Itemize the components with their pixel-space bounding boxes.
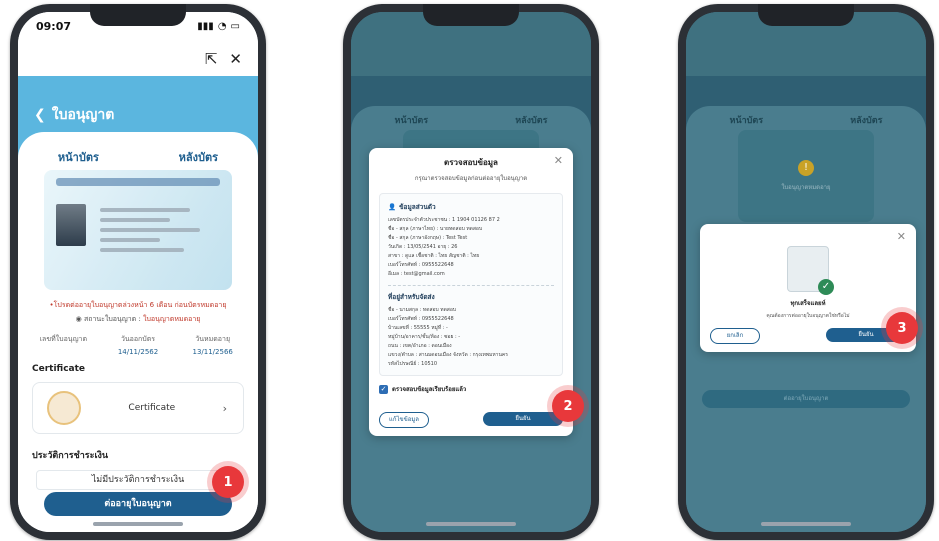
- card-side-tabs: หน้าบัตร หลังบัตร: [18, 148, 258, 166]
- info-summary: 👤 ข้อมูลส่วนตัว เลขบัตรประจำตัวประชาชน : …: [379, 193, 563, 376]
- status-time: 09:07: [36, 19, 72, 33]
- modal-subtitle: คุณต้องการต่ออายุใบอนุญาตใช่หรือไม่: [766, 313, 850, 319]
- license-card-dimmed: ! ใบอนุญาตหมดอายุ: [738, 130, 874, 222]
- certificate-icon: [47, 391, 81, 425]
- home-indicator: [93, 522, 183, 526]
- chevron-right-icon: ›: [222, 401, 227, 415]
- phone-notch: [758, 4, 854, 26]
- modal-subtitle: กรุณาตรวจสอบข้อมูลก่อนต่ออายุใบอนุญาต: [414, 175, 528, 182]
- close-icon[interactable]: ✕: [897, 230, 906, 243]
- confirm-button[interactable]: ยืนยัน: [483, 412, 563, 426]
- renew-license-button[interactable]: ต่ออายุใบอนุญาต: [44, 492, 232, 516]
- warning-icon: !: [798, 160, 814, 176]
- renewal-warning: •โปรดต่ออายุใบอนุญาตล่วงหน้า 6 เดือน ก่อ…: [49, 301, 227, 309]
- license-status: ◉ สถานะใบอนุญาต : ใบอนุญาตหมดอายุ: [75, 315, 201, 323]
- status-value: ใบอนุญาตหมดอายุ: [143, 315, 201, 323]
- phone-notch: [423, 4, 519, 26]
- confirm-checkbox[interactable]: ✓ ตรวจสอบข้อมูลเรียบร้อยแล้ว: [379, 384, 563, 394]
- back-button[interactable]: ❮ ใบอนุญาต: [34, 104, 114, 126]
- status-bar: 09:07 ▮▮▮ ◔ ▭: [36, 18, 240, 34]
- issue-date: 14/11/2562: [117, 348, 159, 356]
- card-photo: [56, 204, 86, 246]
- battery-icon: ▭: [230, 20, 240, 32]
- step-badge-2: 2: [552, 390, 584, 422]
- home-indicator: [426, 522, 516, 526]
- chevron-left-icon: ❮: [34, 107, 46, 123]
- no-payment-history: ไม่มีประวัติการชำระเงิน: [36, 470, 240, 490]
- share-icon[interactable]: ⇱: [205, 50, 218, 68]
- step-badge-1: 1: [212, 466, 244, 498]
- card-side-tabs: หน้าบัตร หลังบัตร: [729, 116, 883, 126]
- tab-front[interactable]: หน้าบัตร: [58, 148, 99, 166]
- confirm-screen: หน้าบัตร หลังบัตร ! ใบอนุญาตหมดอายุ ต่ออ…: [686, 12, 926, 532]
- edit-info-button[interactable]: แก้ไขข้อมูล: [379, 412, 429, 428]
- card-side-tabs: หน้าบัตร หลังบัตร: [394, 116, 548, 126]
- tab-back[interactable]: หลังบัตร: [179, 148, 218, 166]
- page-title: ใบอนุญาต: [51, 107, 115, 123]
- renew-bar-dimmed: ต่ออายุใบอนุญาต: [702, 390, 910, 408]
- verify-screen: หน้าบัตร หลังบัตร ✕ ตรวจสอบข้อมูล กรุณาต…: [351, 12, 591, 532]
- expiry-date: 13/11/2566: [192, 348, 233, 356]
- cancel-button[interactable]: ยกเลิก: [710, 328, 760, 344]
- certificate-heading: Certificate: [32, 364, 86, 374]
- wifi-icon: ◔: [217, 20, 227, 32]
- user-icon: 👤: [388, 203, 397, 211]
- home-indicator: [761, 522, 851, 526]
- verify-info-modal: ✕ ตรวจสอบข้อมูล กรุณาตรวจสอบข้อมูลก่อนต่…: [369, 148, 573, 436]
- license-screen: ⇱ ✕ 09:07 ▮▮▮ ◔ ▭ ❮ ใบอนุญาต หน้าบัตร หล…: [18, 12, 258, 532]
- close-icon[interactable]: ✕: [554, 154, 563, 167]
- modal-title: ทุกเสร็จแลยห์: [790, 300, 826, 307]
- certificate-item[interactable]: Certificate ›: [32, 382, 244, 434]
- status-dot-icon: ◉: [75, 315, 82, 323]
- confirm-renew-modal: ✕ ✓ ทุกเสร็จแลยห์ คุณต้องการต่ออายุใบอนุ…: [700, 224, 916, 352]
- phone-screen-license: ⇱ ✕ 09:07 ▮▮▮ ◔ ▭ ❮ ใบอนุญาต หน้าบัตร หล…: [10, 4, 266, 540]
- close-icon[interactable]: ✕: [229, 50, 242, 68]
- checkbox-checked-icon: ✓: [379, 384, 388, 394]
- document-check-icon: ✓: [787, 246, 834, 295]
- license-details: เลขที่ใบอนุญาต วันออกบัตร 14/11/2562 วันห…: [26, 334, 250, 356]
- phone-screen-verify: หน้าบัตร หลังบัตร ✕ ตรวจสอบข้อมูล กรุณาต…: [343, 4, 599, 540]
- signal-icon: ▮▮▮: [197, 20, 214, 32]
- license-card-image: [44, 170, 232, 290]
- payment-history-heading: ประวัติการชำระเงิน: [32, 451, 109, 461]
- modal-title: ตรวจสอบข้อมูล: [444, 158, 498, 167]
- step-badge-3: 3: [886, 312, 918, 344]
- phone-screen-confirm: หน้าบัตร หลังบัตร ! ใบอนุญาตหมดอายุ ต่ออ…: [678, 4, 934, 540]
